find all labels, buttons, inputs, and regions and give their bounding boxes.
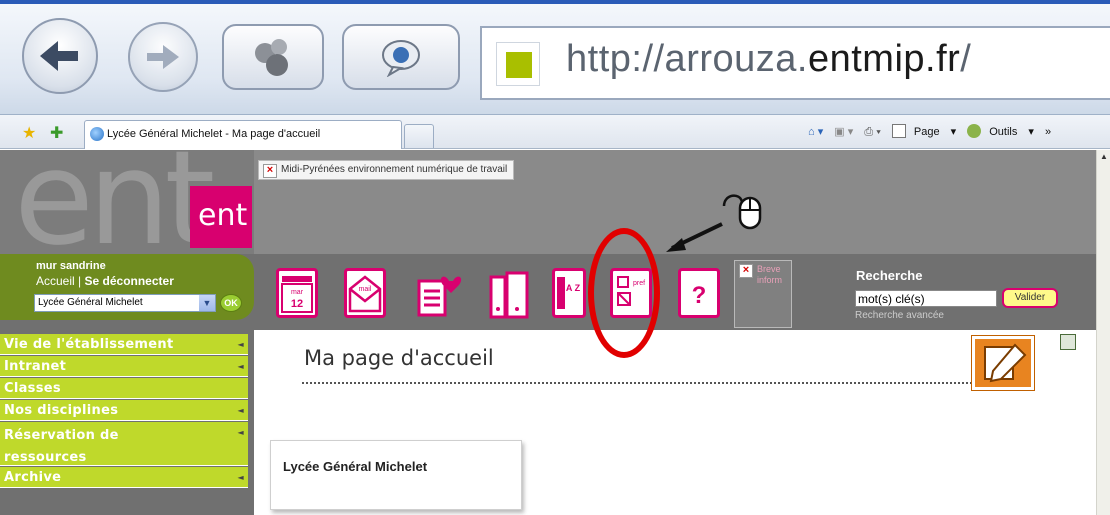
chevron-left-icon: ◄: [237, 406, 244, 415]
card-title: Lycée Général Michelet: [283, 459, 428, 474]
home-icon[interactable]: ⌂ ▾: [808, 126, 823, 138]
svg-text:12: 12: [291, 298, 303, 310]
logo-badge: ent: [190, 186, 252, 248]
feeds-button[interactable]: [342, 24, 460, 90]
highlight-ellipse: [588, 228, 660, 358]
forward-button[interactable]: [128, 22, 198, 92]
address-bar[interactable]: http://arrouza.entmip.fr/: [480, 26, 1110, 100]
advanced-search-link[interactable]: Recherche avancée: [855, 310, 944, 321]
logout-link[interactable]: Se déconnecter: [85, 274, 174, 288]
school-card: Lycée Général Michelet: [270, 440, 522, 510]
chevron-left-icon: ◄: [237, 362, 244, 371]
page-title: Ma page d'accueil: [304, 346, 494, 370]
sidebar-item-vie-etablissement[interactable]: Vie de l'établissement ◄: [0, 334, 248, 355]
news-broken-image: Breve inform: [734, 260, 792, 328]
print-icon[interactable]: ⎙ ▾: [864, 126, 880, 138]
mail-app-button[interactable]: mail: [344, 268, 386, 318]
svg-text:mail: mail: [359, 286, 372, 293]
screenshot: http://arrouza.entmip.fr/ ★ ✚ Lycée Géné…: [0, 0, 1110, 515]
page-icon: [891, 124, 906, 138]
user-name: mur sandrine: [36, 260, 106, 272]
search-submit-button[interactable]: Valider: [1002, 288, 1058, 308]
add-favorites-icon[interactable]: ✚: [50, 123, 63, 143]
sidebar-menu: Vie de l'établissement ◄ Intranet ◄ Classe…: [0, 330, 254, 515]
tab-bar: ★ ✚ Lycée Général Michelet - Ma page d'a…: [0, 115, 1110, 149]
sidebar-item-reservation[interactable]: Réservation de ressources ◄: [0, 422, 248, 466]
envelope-icon: mail: [348, 275, 382, 313]
site-header: Midi-Pyrénées environnement numérique de…: [0, 150, 1096, 330]
tab-title: Lycée Général Michelet - Ma page d'accue…: [107, 128, 321, 140]
sidebar-item-classes[interactable]: Classes: [0, 378, 248, 399]
ok-button[interactable]: OK: [220, 294, 242, 312]
title-bar-edge: [0, 0, 1110, 4]
svg-text:A Z: A Z: [566, 283, 581, 293]
speech-bubble-globe-icon: [382, 40, 420, 77]
more-chevron[interactable]: »: [1045, 126, 1051, 138]
site-favicon-icon: [496, 42, 540, 86]
sidebar-item-intranet[interactable]: Intranet ◄: [0, 356, 248, 377]
main-content: Ma page d'accueil Lycée Général Michelet: [254, 330, 1096, 515]
address-url: http://arrouza.entmip.fr/: [566, 38, 972, 80]
banner-broken-image: Midi-Pyrénées environnement numérique de…: [258, 160, 515, 180]
binder-icon: [489, 271, 529, 319]
svg-text:mar: mar: [291, 289, 304, 296]
chevron-left-icon: ◄: [237, 340, 244, 349]
question-mark-icon: ?: [692, 282, 707, 309]
search-title: Recherche: [856, 268, 923, 283]
svg-text:?: ?: [692, 282, 707, 309]
document-heart-icon: [417, 276, 462, 317]
chevron-left-icon: ◄: [237, 428, 244, 437]
agenda-app-button[interactable]: mar 12: [276, 268, 318, 318]
sidebar-item-archive[interactable]: Archive ◄: [0, 467, 248, 488]
gear-icon: [967, 124, 982, 138]
sidebar-item-disciplines[interactable]: Nos disciplines ◄: [0, 400, 248, 421]
scroll-up-icon[interactable]: ▲: [1099, 152, 1109, 162]
browser-toolbar: http://arrouza.entmip.fr/: [0, 0, 1110, 115]
title-divider: [302, 382, 1032, 384]
search-input[interactable]: mot(s) clé(s): [855, 290, 997, 307]
tab-active[interactable]: Lycée Général Michelet - Ma page d'accue…: [84, 120, 402, 149]
favorites-app-button[interactable]: [412, 268, 462, 318]
back-button[interactable]: [22, 18, 98, 94]
page-menu[interactable]: Page ▾: [891, 124, 956, 138]
home-link[interactable]: Accueil: [36, 274, 75, 288]
user-panel: mur sandrine Accueil | Se déconnecter Ly…: [0, 254, 254, 320]
directory-app-button[interactable]: A Z: [552, 268, 586, 318]
feeds-icon[interactable]: ▣ ▾: [834, 126, 853, 138]
documents-app-button[interactable]: [484, 268, 529, 319]
mouse-icon: [722, 194, 762, 230]
tools-menu[interactable]: Outils ▾: [967, 124, 1034, 138]
school-select[interactable]: Lycée Général Michelet ▼: [34, 294, 216, 312]
favorites-star-icon[interactable]: ★: [22, 123, 36, 143]
az-directory-icon: A Z: [557, 277, 581, 309]
vertical-scrollbar[interactable]: ▲: [1096, 150, 1110, 515]
help-app-button[interactable]: ?: [678, 268, 720, 318]
ie-page-icon: [90, 127, 104, 141]
command-bar: ⌂ ▾ ▣ ▾ ⎙ ▾ Page ▾ Outils ▾ »: [808, 124, 1059, 139]
user-links: Accueil | Se déconnecter: [36, 274, 174, 288]
edit-page-icon[interactable]: [972, 336, 1034, 390]
window-toggle-icon[interactable]: [1060, 334, 1076, 350]
site-logo[interactable]: ent ent: [0, 150, 254, 254]
back-arrow-icon: [40, 41, 78, 71]
web-page: Midi-Pyrénées environnement numérique de…: [0, 150, 1096, 515]
logo-watermark: ent: [14, 150, 215, 254]
chevron-down-icon: ▼: [199, 295, 215, 311]
compatibility-icon: [255, 39, 288, 76]
new-tab-button[interactable]: [404, 124, 434, 148]
calendar-icon: mar 12: [281, 276, 313, 313]
chevron-left-icon: ◄: [237, 473, 244, 482]
compatibility-button[interactable]: [222, 24, 324, 90]
forward-arrow-icon: [147, 45, 179, 69]
